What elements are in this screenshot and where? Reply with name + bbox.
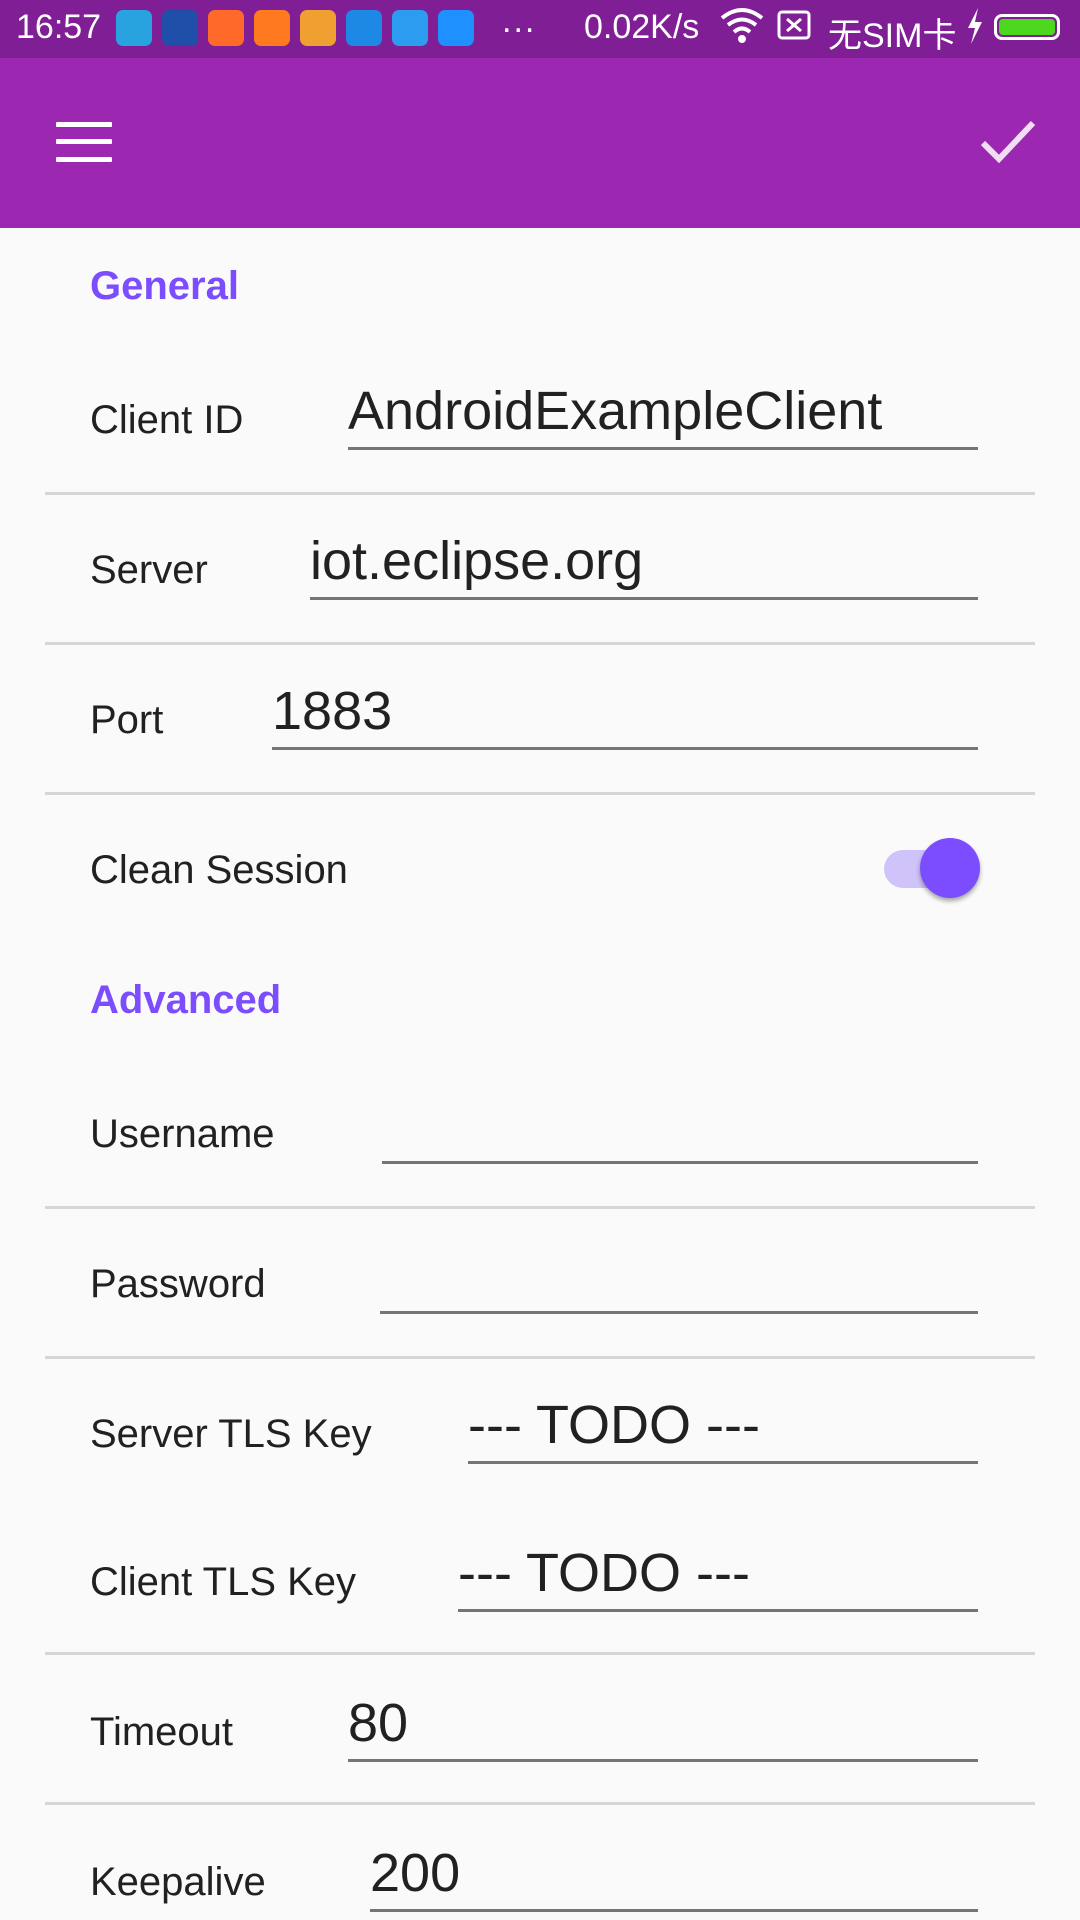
server-label: Server <box>90 548 208 592</box>
username-input[interactable] <box>382 1094 978 1164</box>
divider <box>45 1652 1035 1655</box>
keepalive-label: Keepalive <box>90 1860 266 1904</box>
server-input[interactable] <box>310 530 978 600</box>
timeout-label: Timeout <box>90 1710 234 1754</box>
send-app-icon <box>392 10 428 46</box>
battery-icon <box>994 14 1060 40</box>
chat-app-icon <box>438 10 474 46</box>
sim-missing-icon <box>776 8 812 53</box>
port-label: Port <box>90 698 164 742</box>
password-input[interactable] <box>380 1244 978 1314</box>
clean-session-toggle[interactable] <box>884 830 980 900</box>
news-app-icon <box>162 10 198 46</box>
network-speed: 0.02K/s <box>584 8 700 46</box>
server-tls-key-label: Server TLS Key <box>90 1412 372 1456</box>
sim-status: 无SIM卡 <box>828 17 957 55</box>
divider <box>45 642 1035 645</box>
status-time: 16:57 <box>16 8 102 46</box>
client-tls-key-input[interactable] <box>458 1542 978 1612</box>
battery-level <box>999 19 1055 35</box>
check-icon[interactable] <box>978 116 1038 166</box>
app-bar <box>0 58 1080 228</box>
divider <box>45 792 1035 795</box>
section-advanced-title: Advanced <box>90 978 282 1022</box>
usb-icon <box>116 10 152 46</box>
client-id-input[interactable] <box>348 380 978 450</box>
clean-session-label: Clean Session <box>90 848 348 892</box>
kite-app-icon <box>300 10 336 46</box>
menu-icon[interactable] <box>56 122 112 162</box>
client-id-label: Client ID <box>90 398 244 442</box>
server-tls-key-input[interactable] <box>468 1394 978 1464</box>
toggle-thumb <box>920 838 980 898</box>
shop-app-icon <box>208 10 244 46</box>
client-tls-key-label: Client TLS Key <box>90 1560 357 1604</box>
pay-app-icon <box>346 10 382 46</box>
notification-icons <box>116 10 474 46</box>
divider <box>45 1802 1035 1805</box>
book-app-icon <box>254 10 290 46</box>
section-general-title: General <box>90 264 239 308</box>
divider <box>45 492 1035 495</box>
divider <box>45 1356 1035 1359</box>
status-bar: 16:57 ... 0.02K/s 无SIM卡 <box>0 0 1080 58</box>
port-input[interactable] <box>272 680 978 750</box>
keepalive-input[interactable] <box>370 1842 978 1912</box>
settings-form: General Client ID Server Port Clean Sess… <box>0 228 1080 1920</box>
bolt-icon <box>964 6 986 55</box>
more-notifications-indicator: ... <box>502 2 537 40</box>
password-label: Password <box>90 1262 266 1306</box>
wifi-icon <box>720 6 764 55</box>
divider <box>45 1206 1035 1209</box>
timeout-input[interactable] <box>348 1692 978 1762</box>
username-label: Username <box>90 1112 275 1156</box>
